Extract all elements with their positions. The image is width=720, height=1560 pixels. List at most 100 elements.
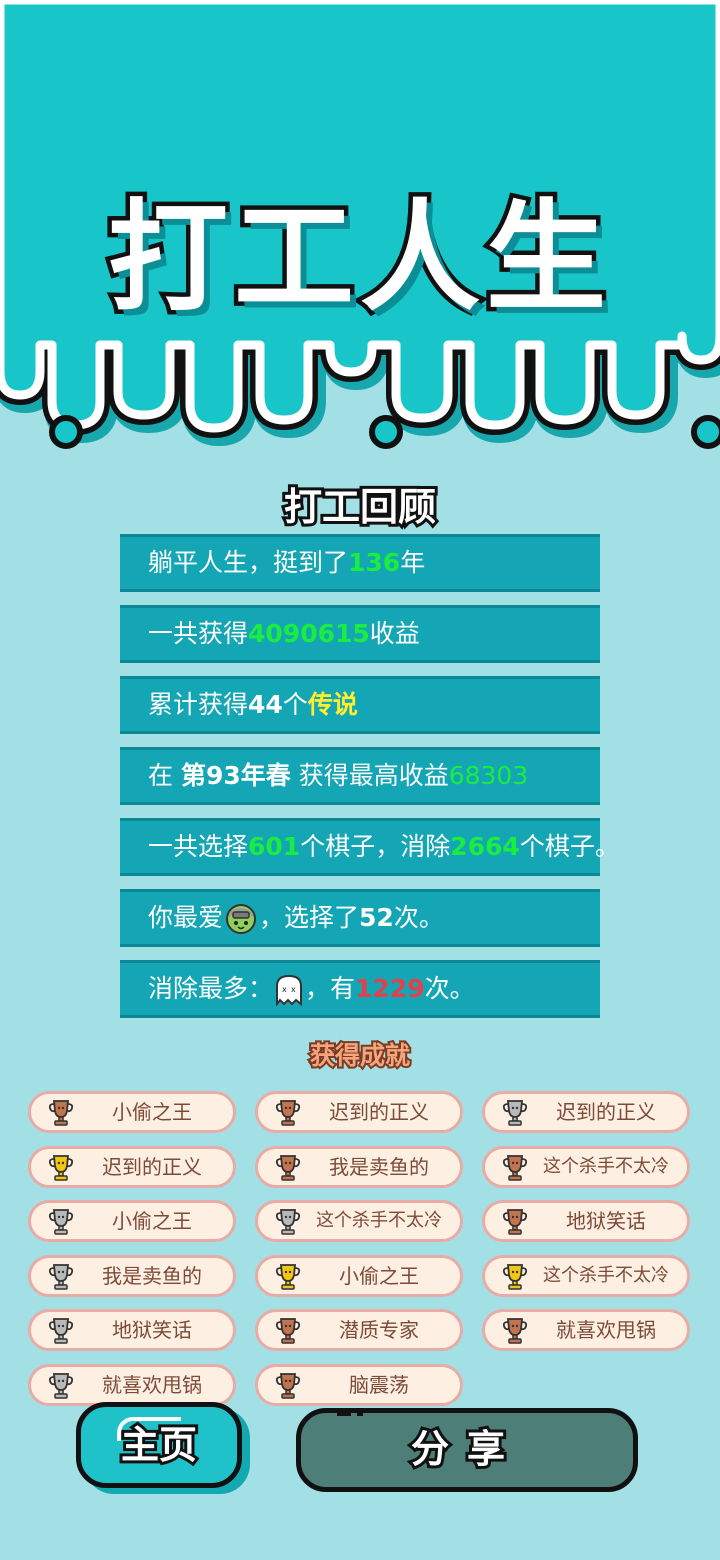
- achievement-label: 就喜欢甩锅: [556, 1318, 656, 1342]
- drip-droplet: [369, 415, 403, 449]
- achievements-heading: 获得成就: [308, 1039, 412, 1072]
- row-text: 一共获得: [148, 619, 249, 648]
- achievement-label: 我是卖鱼的: [329, 1154, 429, 1179]
- achievement-badge[interactable]: 迟到的正义: [28, 1145, 236, 1188]
- achievement-badge[interactable]: 我是卖鱼的: [255, 1145, 463, 1188]
- ghost-piece-icon: x x: [276, 974, 303, 1006]
- row-text: 在: [148, 761, 181, 790]
- trophy-bronze-icon: [275, 1100, 301, 1126]
- achievement-badge[interactable]: 迟到的正义: [255, 1091, 463, 1133]
- trophy-bronze-icon: [502, 1209, 528, 1235]
- achievement-label: 我是卖鱼的: [102, 1263, 202, 1288]
- achievement-badge[interactable]: 这个杀手不太冷: [482, 1145, 690, 1188]
- achievement-badge[interactable]: 我是卖鱼的: [28, 1254, 236, 1297]
- trophy-gold-icon: [48, 1154, 74, 1181]
- svg-text:x: x: [291, 985, 296, 994]
- review-row-best-season: 在 第93年春 获得最高收益68303: [120, 747, 600, 805]
- years-value: 136: [348, 548, 401, 577]
- review-list: 躺平人生，挺到了136年 一共获得4090615收益 累计获得44个传说 在 第…: [120, 534, 620, 1031]
- best-season-value: 第93年春: [180, 761, 291, 790]
- row-text: 一共选择: [148, 832, 249, 861]
- trophy-silver-icon: [48, 1372, 74, 1399]
- button-shine: [117, 1417, 181, 1441]
- row-text: 个棋子。: [519, 832, 620, 861]
- game-title: 打工人生: [104, 185, 612, 333]
- achievement-label: 这个杀手不太冷: [316, 1210, 442, 1231]
- drip-droplet: [691, 415, 720, 449]
- best-earnings-value: 68303: [448, 761, 529, 790]
- achievement-label: 小偷之王: [112, 1100, 192, 1124]
- achievement-label: 潜质专家: [339, 1318, 419, 1342]
- achievement-label: 迟到的正义: [329, 1100, 429, 1124]
- achievement-badge[interactable]: 这个杀手不太冷: [255, 1200, 463, 1242]
- trophy-bronze-icon: [275, 1318, 301, 1344]
- home-button[interactable]: 主页: [76, 1402, 242, 1488]
- favorite-count-value: 52: [359, 903, 394, 932]
- row-text: 躺平人生，挺到了: [148, 548, 349, 577]
- row-text: 消除最多：: [148, 974, 274, 1003]
- trophy-silver-icon: [48, 1209, 74, 1235]
- trophy-bronze-icon: [48, 1100, 74, 1126]
- trophy-silver-icon: [48, 1263, 74, 1290]
- row-text: 你最爱: [148, 903, 224, 932]
- trophy-gold-icon: [275, 1263, 301, 1290]
- row-text: 个: [282, 690, 308, 719]
- achievement-label: 这个杀手不太冷: [543, 1155, 669, 1177]
- row-text: 获得最高收益: [290, 761, 449, 790]
- earnings-value: 4090615: [248, 619, 370, 648]
- achievement-badge[interactable]: 这个杀手不太冷: [482, 1254, 690, 1297]
- drip-droplet: [49, 415, 83, 449]
- achievement-badge[interactable]: 地狱笑话: [482, 1200, 690, 1242]
- row-text: 收益: [369, 619, 420, 648]
- row-text: 次。: [424, 974, 475, 1003]
- achievement-badge[interactable]: 脑震荡: [255, 1363, 463, 1406]
- row-text: 次。: [393, 903, 444, 932]
- trophy-bronze-icon: [275, 1372, 301, 1399]
- button-highlight-dots: [337, 1410, 363, 1416]
- review-row-legends: 累计获得44个传说: [120, 676, 600, 734]
- review-row-pieces: 一共选择601个棋子，消除2664个棋子。: [120, 818, 620, 876]
- trophy-bronze-icon: [275, 1154, 301, 1181]
- share-button[interactable]: 分享: [296, 1408, 638, 1492]
- review-row-earnings: 一共获得4090615收益: [120, 605, 600, 663]
- trophy-gold-icon: [502, 1263, 528, 1290]
- svg-text:x: x: [282, 985, 287, 994]
- review-row-years: 躺平人生，挺到了136年: [120, 534, 600, 592]
- achievement-label: 就喜欢甩锅: [102, 1372, 202, 1397]
- trophy-silver-icon: [48, 1318, 74, 1344]
- review-heading: 打工回顾: [281, 482, 439, 532]
- most-eliminated-count-value: 1229: [355, 974, 425, 1003]
- achievement-badge[interactable]: 小偷之王: [255, 1254, 463, 1297]
- achievement-label: 脑震荡: [349, 1372, 409, 1397]
- achievement-badge[interactable]: 地狱笑话: [28, 1309, 236, 1351]
- achievement-label: 地狱笑话: [566, 1209, 646, 1233]
- row-text: ，选择了: [259, 903, 360, 932]
- achievement-badge[interactable]: 潜质专家: [255, 1309, 463, 1351]
- row-text: ，有: [305, 974, 356, 1003]
- selected-count-value: 601: [248, 832, 301, 861]
- review-row-favorite: 你最爱 ，选择了52次。: [120, 889, 600, 947]
- achievement-badge[interactable]: 小偷之王: [28, 1200, 236, 1242]
- achievement-badge[interactable]: 就喜欢甩锅: [482, 1309, 690, 1351]
- trophy-bronze-icon: [502, 1154, 528, 1181]
- achievement-badge[interactable]: 就喜欢甩锅: [28, 1363, 236, 1406]
- legend-count-value: 44: [248, 690, 283, 719]
- eliminated-count-value: 2664: [450, 832, 520, 861]
- achievement-label: 地狱笑话: [112, 1318, 192, 1342]
- row-text: 累计获得: [148, 690, 249, 719]
- share-button-label: 分享: [408, 1424, 523, 1474]
- row-text: 年: [400, 548, 426, 577]
- achievement-badge[interactable]: 迟到的正义: [482, 1091, 690, 1133]
- review-row-most-eliminated: 消除最多： x x ，有1229次。: [120, 960, 600, 1018]
- legend-label: 传说: [307, 690, 358, 719]
- achievement-label: 小偷之王: [112, 1209, 192, 1233]
- row-text: 个棋子，消除: [300, 832, 451, 861]
- achievement-label: 迟到的正义: [102, 1154, 202, 1179]
- trophy-bronze-icon: [502, 1318, 528, 1344]
- trophy-silver-icon: [275, 1209, 301, 1235]
- achievement-badge[interactable]: 小偷之王: [28, 1091, 236, 1133]
- achievement-label: 小偷之王: [339, 1263, 419, 1288]
- green-slime-piece-icon: [226, 904, 257, 934]
- trophy-silver-icon: [502, 1100, 528, 1126]
- achievement-label: 迟到的正义: [556, 1100, 656, 1124]
